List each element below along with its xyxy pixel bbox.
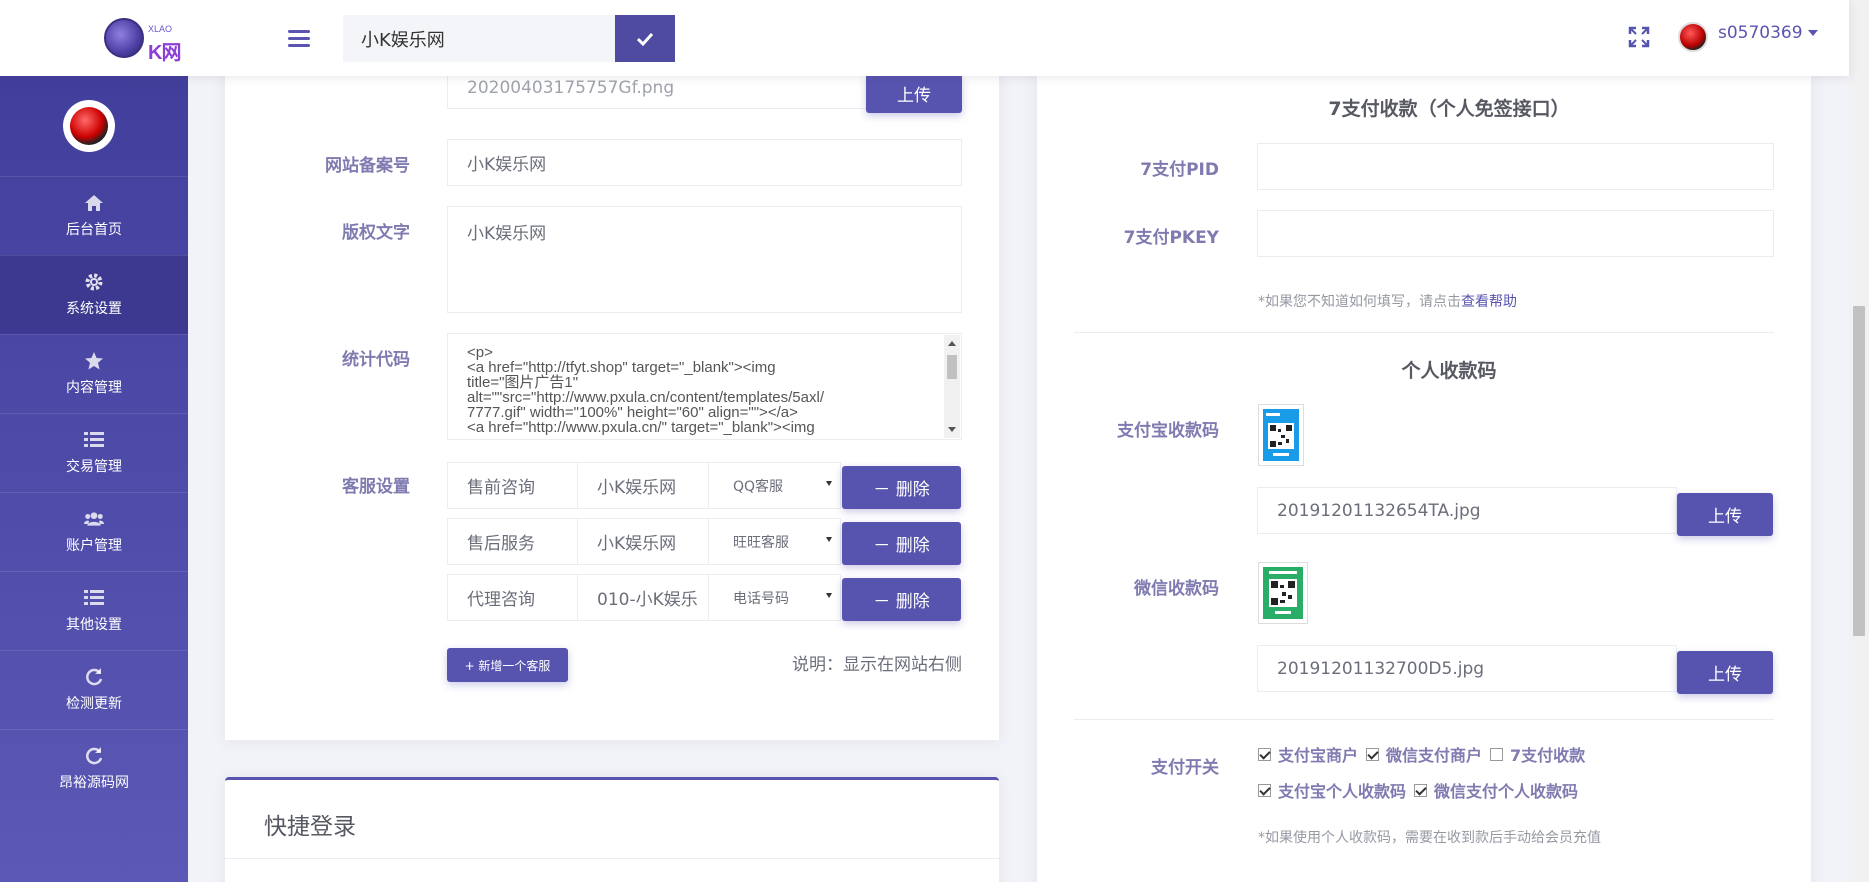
sidebar-item-check-update[interactable]: 检测更新 (0, 650, 188, 729)
copyright-label: 版权文字 (342, 223, 410, 243)
sidebar-menu: 后台首页 系统设置 内容管理 交易管理 账户管理 其他设置 检测更新 昂裕源码网 (0, 176, 188, 808)
alipay-qr-image (1258, 404, 1304, 466)
cs-title-input[interactable]: 代理咨询 (447, 574, 578, 621)
sidebar: 后台首页 系统设置 内容管理 交易管理 账户管理 其他设置 检测更新 昂裕源码网 (0, 76, 188, 882)
cs-row: 售前咨询 小K娱乐网 QQ客服 (447, 462, 879, 509)
checkbox[interactable] (1366, 747, 1380, 761)
user-avatar[interactable] (1678, 22, 1708, 52)
sidebar-item-accounts[interactable]: 账户管理 (0, 492, 188, 571)
personal-qr-hint: *如果使用个人收款码，需要在收到款后手动给会员充值 (1258, 830, 1601, 846)
sidebar-item-source-site[interactable]: 昂裕源码网 (0, 729, 188, 808)
customer-service-label: 客服设置 (342, 477, 410, 497)
seven-pid-label: 7支付PID (1140, 160, 1219, 180)
customer-service-note: 说明：显示在网站右侧 (792, 655, 962, 675)
refresh-icon (84, 746, 104, 766)
check-icon (637, 32, 653, 46)
gear-icon (84, 272, 104, 292)
users-icon (84, 509, 104, 529)
icp-input[interactable]: 小K娱乐网 (447, 139, 962, 186)
home-icon (84, 193, 104, 213)
user-name[interactable]: s0570369 (1718, 23, 1803, 43)
cs-delete-button[interactable]: － 删除 (842, 578, 961, 621)
icp-label: 网站备案号 (325, 156, 410, 176)
payment-settings-card: 7支付收款（个人免签接口） 7支付PID 7支付PKEY *如果您不知道如何填写… (1037, 60, 1811, 882)
alipay-file-field[interactable]: 20191201132654TA.jpg (1257, 487, 1677, 534)
chevron-down-icon (826, 537, 832, 542)
stats-code-scrollbar[interactable] (944, 335, 960, 438)
cs-delete-button[interactable]: － 删除 (842, 522, 961, 565)
chevron-down-icon (826, 481, 832, 486)
personal-qr-title: 个人收款码 (1401, 360, 1497, 382)
seven-pay-help-hint: *如果您不知道如何填写，请点击查看帮助 (1258, 294, 1517, 310)
sidebar-avatar (63, 100, 115, 152)
search-submit-button[interactable] (615, 15, 675, 62)
user-dropdown-caret-icon[interactable] (1808, 30, 1818, 36)
sidebar-item-content[interactable]: 内容管理 (0, 334, 188, 413)
switch-alipay-merchant[interactable]: 支付宝商户 (1258, 742, 1358, 766)
cs-value-input[interactable]: 小K娱乐网 (578, 462, 709, 509)
sidebar-item-system-settings[interactable]: 系统设置 (0, 255, 188, 334)
cs-title-input[interactable]: 售前咨询 (447, 462, 578, 509)
star-icon (84, 351, 104, 371)
seven-pkey-label: 7支付PKEY (1123, 228, 1219, 248)
cs-value-input[interactable]: 小K娱乐网 (578, 518, 709, 565)
cs-value-input[interactable]: 010-小K娱乐 (578, 574, 709, 621)
checkbox[interactable] (1258, 747, 1271, 761)
switch-wechat-merchant[interactable]: 微信支付商户 (1366, 742, 1482, 766)
wechat-qr-label: 微信收款码 (1134, 579, 1219, 599)
add-customer-service-button[interactable]: + 新增一个客服 (447, 648, 568, 682)
quick-login-title: 快捷登录 (264, 814, 356, 840)
payment-switch-label: 支付开关 (1151, 758, 1219, 778)
cs-row: 代理咨询 010-小K娱乐 电话号码 (447, 574, 879, 621)
chevron-down-icon (826, 593, 832, 598)
cs-type-select[interactable]: QQ客服 (709, 462, 841, 509)
wechat-upload-button[interactable]: 上传 (1677, 651, 1773, 694)
seven-pid-input[interactable] (1257, 143, 1774, 190)
copyright-textarea[interactable]: 小K娱乐网 (447, 206, 962, 313)
wechat-qr-image (1258, 562, 1308, 624)
cs-type-select[interactable]: 旺旺客服 (709, 518, 841, 565)
sidebar-item-other-settings[interactable]: 其他设置 (0, 571, 188, 650)
sidebar-item-transactions[interactable]: 交易管理 (0, 413, 188, 492)
cs-delete-button[interactable]: － 删除 (842, 466, 961, 509)
help-link[interactable]: 查看帮助 (1461, 294, 1517, 310)
cs-title-input[interactable]: 售后服务 (447, 518, 578, 565)
fullscreen-icon[interactable] (1628, 26, 1650, 48)
logo-disc-icon (104, 18, 144, 58)
switch-alipay-personal[interactable]: 支付宝个人收款码 (1258, 778, 1406, 802)
checkbox[interactable] (1258, 783, 1271, 797)
alipay-qr-label: 支付宝收款码 (1117, 421, 1219, 441)
cs-row: 售后服务 小K娱乐网 旺旺客服 (447, 518, 879, 565)
menu-toggle-icon[interactable] (288, 30, 310, 48)
checkbox[interactable] (1414, 783, 1428, 797)
switch-seven-pay[interactable]: 7支付收款 (1490, 742, 1585, 766)
site-settings-card: 20200403175757Gf.png 上传 网站备案号 小K娱乐网 版权文字… (225, 60, 999, 740)
stats-code-textarea[interactable]: <p> <a href="http://tfyt.shop" target="_… (447, 333, 962, 440)
alipay-upload-button[interactable]: 上传 (1677, 493, 1773, 536)
seven-pkey-input[interactable] (1257, 210, 1774, 257)
payment-switch-row: 支付宝商户 微信支付商户 7支付收款 (1258, 742, 1593, 766)
sidebar-item-home[interactable]: 后台首页 (0, 176, 188, 255)
refresh-icon (84, 667, 104, 687)
logo-upload-button[interactable]: 上传 (866, 74, 962, 113)
quick-login-card: 快捷登录 (225, 777, 999, 882)
list-icon (84, 430, 104, 450)
site-logo[interactable]: XLAO K网 (104, 16, 186, 64)
cs-type-select[interactable]: 电话号码 (709, 574, 841, 621)
stats-code-label: 统计代码 (342, 350, 410, 370)
seven-pay-title: 7支付收款（个人免签接口） (1328, 98, 1570, 120)
payment-switch-row: 支付宝个人收款码 微信支付个人收款码 (1258, 778, 1586, 802)
list-icon (84, 588, 104, 608)
page-scrollbar[interactable] (1849, 0, 1869, 882)
switch-wechat-personal[interactable]: 微信支付个人收款码 (1414, 778, 1578, 802)
search-input[interactable] (343, 15, 616, 62)
top-header: XLAO K网 s0570369 (0, 0, 1849, 76)
checkbox[interactable] (1490, 747, 1504, 761)
wechat-file-field[interactable]: 20191201132700D5.jpg (1257, 645, 1677, 692)
